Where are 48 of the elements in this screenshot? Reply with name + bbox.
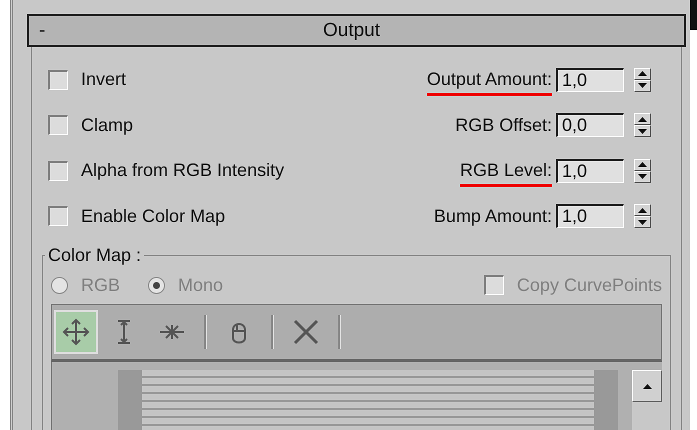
down-arrow-icon xyxy=(638,128,647,134)
up-arrow-icon xyxy=(638,162,647,168)
checkbox-label: Enable Color Map xyxy=(81,206,226,227)
spinner-label: RGB Offset: xyxy=(455,114,552,137)
checkbox[interactable] xyxy=(484,275,504,295)
up-arrow-icon xyxy=(638,208,647,213)
checkbox[interactable] xyxy=(48,206,68,226)
spinner-up-button[interactable] xyxy=(634,68,651,80)
spinner-up-button[interactable] xyxy=(634,158,651,171)
spinner-field[interactable]: 1,0 xyxy=(556,158,624,183)
tool-button[interactable] xyxy=(54,310,98,354)
radio-button[interactable] xyxy=(51,276,68,294)
up-arrow-icon xyxy=(638,71,647,76)
spinner-down-button[interactable] xyxy=(634,125,651,138)
delete-icon xyxy=(292,318,320,346)
down-arrow-icon xyxy=(638,220,647,225)
group-title: Color Map : xyxy=(47,245,142,266)
collapse-sign: - xyxy=(39,20,46,42)
rollout-title-bar[interactable]: - Output xyxy=(27,14,686,47)
checkbox-label: Clamp xyxy=(81,114,134,136)
checkbox[interactable] xyxy=(48,160,68,181)
checkbox-label: Alpha from RGB Intensity xyxy=(81,160,284,182)
checkbox[interactable] xyxy=(48,115,68,136)
up-arrow-icon xyxy=(638,116,647,122)
spinner-down-button[interactable] xyxy=(634,216,651,228)
checkbox[interactable] xyxy=(48,70,68,90)
spinner-label: Bump Amount: xyxy=(434,206,552,228)
up-arrow-icon xyxy=(642,384,652,388)
spinner-down-button[interactable] xyxy=(634,80,651,92)
spinner-down-button[interactable] xyxy=(634,170,651,183)
down-arrow-icon xyxy=(638,83,647,88)
spinner-field[interactable]: 1,0 xyxy=(556,204,624,228)
spinner-field[interactable]: 0,0 xyxy=(556,113,624,138)
radio-label: Mono xyxy=(178,274,224,296)
checkbox-label: Copy CurvePoints xyxy=(516,274,662,296)
radio-label: RGB xyxy=(81,274,120,296)
spinner-up-button[interactable] xyxy=(634,113,651,126)
down-arrow-icon xyxy=(638,174,647,180)
spinner-label: Output Amount: xyxy=(426,69,552,96)
scrollbar-thumb[interactable] xyxy=(690,0,697,30)
rollout-title: Output xyxy=(322,20,382,42)
scroll-up-button[interactable] xyxy=(632,370,662,402)
move-icon xyxy=(61,317,91,347)
radio-button[interactable] xyxy=(148,276,166,294)
spinner-field[interactable]: 1,0 xyxy=(556,68,624,92)
checkbox-label: Invert xyxy=(81,69,126,90)
spinner-label: RGB Level: xyxy=(460,160,552,188)
spinner-up-button[interactable] xyxy=(634,204,651,216)
